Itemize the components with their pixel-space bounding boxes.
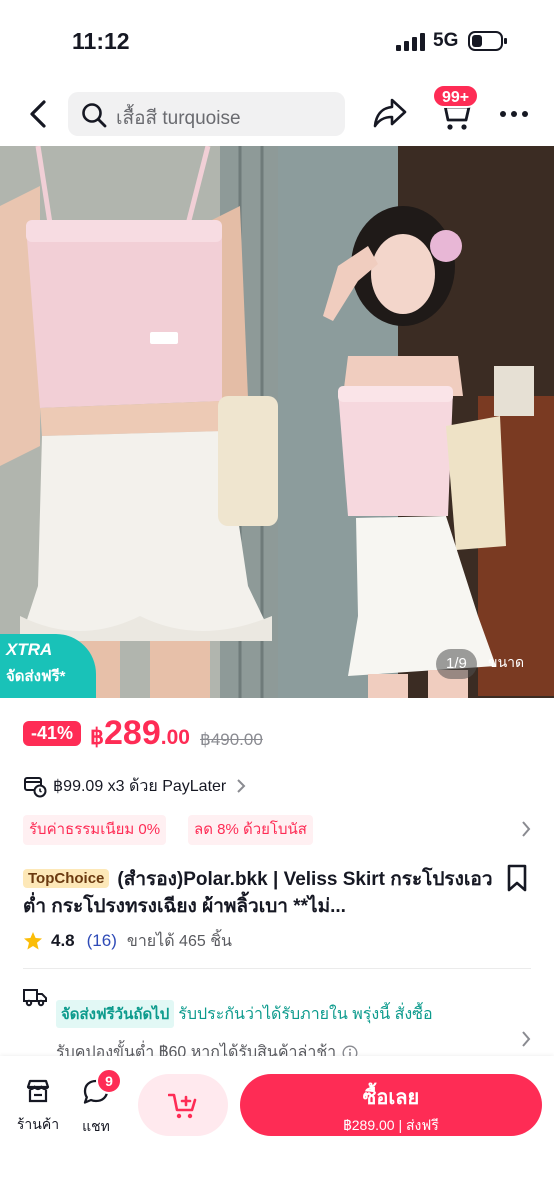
more-options-icon[interactable] [498,102,530,126]
star-icon [24,932,42,950]
chat-button[interactable]: 9 แชท [74,1068,122,1138]
paylater-row[interactable]: ฿99.09 x3 ด้วย PayLater [23,772,246,800]
chevron-right-icon [237,779,246,793]
chevron-right-icon[interactable] [520,1030,532,1048]
bookmark-icon[interactable] [506,864,528,892]
back-arrow-icon[interactable] [24,96,54,132]
paylater-card-icon [24,777,47,798]
signal-icon [396,33,425,51]
size-label[interactable]: ขนาด [488,652,524,674]
buy-now-button[interactable]: ซื้อเลย ฿289.00 | ส่งฟรี [240,1074,542,1136]
xtra-title: XTRA [6,640,53,659]
store-icon [26,1079,50,1103]
search-query-text: เสื้อสี turquoise [116,108,241,129]
shipping-guarantee-text: รับประกันว่าได้รับภายใน พรุ่งนี้ สั่งซื้… [178,1006,433,1023]
rating-value: 4.8 [51,931,75,950]
add-to-cart-icon [168,1093,197,1119]
search-bar[interactable]: เสื้อสี turquoise [68,92,345,136]
delivery-truck-icon [23,989,47,1007]
topchoice-badge: TopChoice [23,869,110,888]
review-count: (16) [86,931,117,950]
search-icon [82,103,107,128]
next-day-shipping-tag: จัดส่งฟรีวันถัดไป [56,1000,175,1028]
chat-unread-badge: 9 [96,1068,122,1094]
price-currency: ฿ [90,724,104,749]
divider [23,968,531,969]
discount-badge: -41% [23,721,82,746]
bottom-action-bar: ร้านค้า 9 แชท ซื้อเลย ฿289.00 | ส่งฟรี [0,1056,554,1200]
original-price: ฿490.00 [200,730,263,749]
store-button[interactable]: ร้านค้า [14,1078,62,1136]
promo-tag[interactable]: รับค่าธรรมเนียม 0% [23,815,167,845]
share-icon[interactable] [372,96,408,130]
add-to-cart-button[interactable] [138,1074,228,1136]
buy-now-label: ซื้อเลย [362,1087,420,1109]
sold-count: ขายได้ 465 ชิ้น [126,932,232,950]
image-counter: 1/9 [436,649,477,679]
chevron-right-icon[interactable] [520,820,532,838]
network-label: 5G [433,30,459,51]
cart-count-badge: 99+ [432,84,480,108]
promo-tag[interactable]: ลด 8% ด้วยโบนัส [188,815,313,845]
status-bar: 11:12 5G [0,0,554,82]
product-photo-2 [278,146,554,698]
top-header: เสื้อสี turquoise 99+ [0,82,554,146]
chat-label: แชท [82,1118,110,1134]
status-time: 11:12 [72,28,130,54]
xtra-subtitle: จัดส่งฟรี* [6,668,66,685]
current-price: ฿289.00 [90,714,190,753]
battery-icon [468,31,507,51]
store-label: ร้านค้า [16,1116,60,1132]
product-photo-1 [0,146,278,698]
xtra-free-shipping-badge: XTRA จัดส่งฟรี* [0,634,96,698]
model-photo-illustration-1 [0,146,278,698]
shipping-guarantee[interactable]: จัดส่งฟรีวันถัดไป รับประกันว่าได้รับภายใน… [56,1000,433,1028]
buy-now-price: ฿289.00 | ส่งฟรี [343,1117,439,1133]
rating-row[interactable]: 4.8 (16) ขายได้ 465 ชิ้น [23,928,232,954]
price-decimal: .00 [160,726,190,749]
price-row: -41% ฿289.00 ฿490.00 [0,712,554,762]
paylater-text: ฿99.09 x3 ด้วย PayLater [53,777,227,795]
price-main: 289 [104,714,161,752]
model-photo-illustration-2 [278,146,554,698]
product-image-gallery[interactable]: XTRA จัดส่งฟรี* 1/9 ขนาด [0,146,554,698]
product-title-block: TopChoice (สำรอง)Polar.bkk | Veliss Skirt… [23,866,503,920]
